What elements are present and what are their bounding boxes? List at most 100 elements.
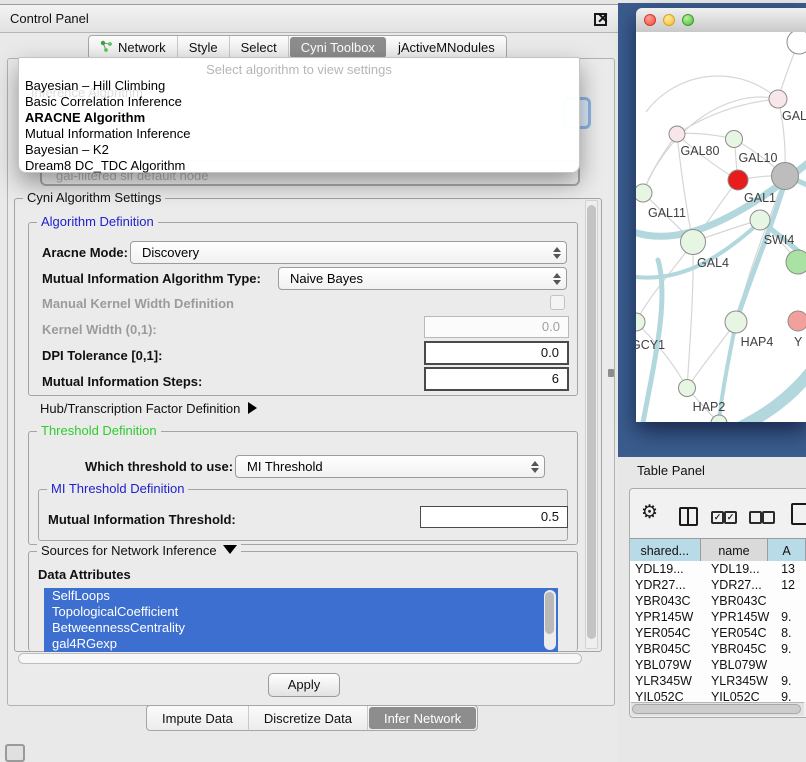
splitter-handle[interactable]: [608, 369, 614, 377]
table-cell[interactable]: YER054C: [705, 625, 777, 641]
gear-icon[interactable]: ⚙: [641, 503, 658, 522]
network-node[interactable]: [788, 311, 806, 331]
hub-definition-toggle[interactable]: Hub/Transcription Factor Definition: [40, 401, 257, 416]
table-row[interactable]: YDL19...YDL19...13: [630, 561, 806, 577]
network-node[interactable]: [669, 126, 685, 142]
table-cell[interactable]: YBR043C: [705, 593, 777, 609]
table-row[interactable]: YBL079WYBL079W: [630, 657, 806, 673]
attribute-item[interactable]: TopologicalCoefficient: [44, 604, 558, 620]
which-threshold-combo[interactable]: MI Threshold: [235, 455, 545, 478]
table-cell[interactable]: [777, 657, 806, 673]
dpi-tolerance-field[interactable]: 0.0: [424, 341, 569, 365]
network-canvas[interactable]: GALGAL80GAL10GAL1GAL11SWI4GAL4GCY1HAP4YH…: [636, 32, 806, 422]
network-node[interactable]: [711, 415, 727, 422]
attribute-item[interactable]: SelfLoops: [44, 588, 558, 604]
table-cell[interactable]: YER054C: [630, 625, 705, 641]
attribute-item[interactable]: BetweennessCentrality: [44, 620, 558, 636]
column-header[interactable]: shared...: [630, 539, 701, 562]
settings-vertical-scrollbar[interactable]: [585, 200, 598, 649]
network-edge[interactable]: [636, 242, 693, 322]
table-cell[interactable]: 9.: [777, 673, 806, 689]
table-row[interactable]: YDR27...YDR27...12: [630, 577, 806, 593]
network-node[interactable]: [725, 311, 747, 333]
table-cell[interactable]: 13: [777, 561, 806, 577]
network-edge[interactable]: [677, 99, 778, 134]
table-cell[interactable]: YDL19...: [705, 561, 777, 577]
algorithm-option[interactable]: Bayesian – Hill Climbing: [19, 78, 579, 94]
table-row[interactable]: YBR045CYBR045C9.: [630, 641, 806, 657]
tab-infer-network[interactable]: Infer Network: [369, 707, 476, 729]
algorithm-option[interactable]: Bayesian – K2: [19, 142, 579, 158]
algorithm-option[interactable]: ARACNE Algorithm: [19, 110, 579, 126]
mi-threshold-field[interactable]: 0.5: [420, 506, 568, 528]
table-cell[interactable]: YBR043C: [630, 593, 705, 609]
network-node[interactable]: [787, 32, 806, 54]
attribute-item[interactable]: gal4RGexp: [44, 636, 558, 652]
checkbox-checked-icon[interactable]: ✓: [711, 511, 724, 524]
network-edge[interactable]: [646, 76, 778, 112]
algorithm-option[interactable]: Dream8 DC_TDC Algorithm: [19, 158, 579, 174]
network-edge[interactable]: [687, 242, 693, 388]
tab-select[interactable]: Select: [230, 36, 289, 59]
column-header[interactable]: A: [768, 539, 806, 562]
checkbox-unchecked-icon[interactable]: [762, 511, 775, 524]
settings-horizontal-scrollbar[interactable]: [16, 652, 586, 666]
table-cell[interactable]: YPR145W: [630, 609, 705, 625]
table-row[interactable]: YER054CYER054C8.: [630, 625, 806, 641]
table-row[interactable]: YPR145WYPR145W9.: [630, 609, 806, 625]
mi-steps-field[interactable]: 6: [424, 367, 569, 391]
tab-jactivemnodules[interactable]: jActiveMNodules: [387, 36, 506, 59]
column-header[interactable]: name: [701, 539, 769, 562]
columns-icon[interactable]: [679, 507, 698, 526]
table-cell[interactable]: 8.: [777, 625, 806, 641]
table-cell[interactable]: YIL052C: [630, 689, 705, 702]
table-cell[interactable]: YPR145W: [705, 609, 777, 625]
tab-cyni-toolbox[interactable]: Cyni Toolbox: [290, 37, 386, 58]
close-icon[interactable]: ✕: [597, 10, 609, 27]
network-node[interactable]: [769, 90, 787, 108]
table-cell[interactable]: YBL079W: [705, 657, 777, 673]
table-cell[interactable]: [777, 593, 806, 609]
table-cell[interactable]: YDL19...: [630, 561, 705, 577]
table-cell[interactable]: YLR345W: [630, 673, 705, 689]
algorithm-option[interactable]: Mutual Information Inference: [19, 126, 579, 142]
network-window-titlebar[interactable]: [636, 8, 806, 33]
network-node[interactable]: [636, 184, 652, 202]
table-cell[interactable]: YBR045C: [705, 641, 777, 657]
tab-network[interactable]: Network: [89, 36, 178, 59]
network-node[interactable]: [772, 163, 799, 190]
table-cell[interactable]: YBR045C: [630, 641, 705, 657]
network-node[interactable]: [726, 131, 743, 148]
table-cell[interactable]: 9.: [777, 609, 806, 625]
checkbox-checked-icon[interactable]: ✓: [724, 511, 737, 524]
tab-discretize-data[interactable]: Discretize Data: [249, 706, 368, 730]
checkbox-unchecked-icon[interactable]: [749, 511, 762, 524]
mi-type-combo[interactable]: Naive Bayes: [278, 267, 567, 290]
table-row[interactable]: YIL052CYIL052C9.: [630, 689, 806, 702]
table-cell[interactable]: YDR27...: [630, 577, 705, 593]
table-cell[interactable]: 9.: [777, 641, 806, 657]
table-cell[interactable]: YDR27...: [705, 577, 777, 593]
network-node[interactable]: [679, 380, 696, 397]
network-node[interactable]: [728, 170, 748, 190]
table-cell[interactable]: 9.: [777, 689, 806, 702]
attribute-list-scrollbar[interactable]: [544, 590, 556, 650]
network-node[interactable]: [750, 210, 770, 230]
network-edge[interactable]: [643, 134, 677, 193]
mac-zoom-icon[interactable]: [682, 14, 694, 26]
network-node[interactable]: [636, 313, 645, 331]
table-cell[interactable]: YLR345W: [705, 673, 777, 689]
mac-close-icon[interactable]: [644, 14, 656, 26]
network-node[interactable]: [786, 250, 806, 274]
aracne-mode-combo[interactable]: Discovery: [130, 241, 567, 264]
manual-kernel-checkbox[interactable]: [550, 295, 565, 310]
expand-arrow-icon[interactable]: [223, 545, 237, 554]
kernel-width-field[interactable]: 0.0: [424, 316, 569, 338]
table-row[interactable]: YLR345WYLR345W9.: [630, 673, 806, 689]
tab-impute-data[interactable]: Impute Data: [147, 706, 249, 730]
algorithm-option[interactable]: Basic Correlation Inference: [19, 94, 579, 110]
apply-button[interactable]: Apply: [268, 673, 340, 697]
tab-style[interactable]: Style: [178, 36, 230, 59]
table-horizontal-scrollbar[interactable]: [631, 702, 804, 716]
table-row[interactable]: YBR043CYBR043C: [630, 593, 806, 609]
